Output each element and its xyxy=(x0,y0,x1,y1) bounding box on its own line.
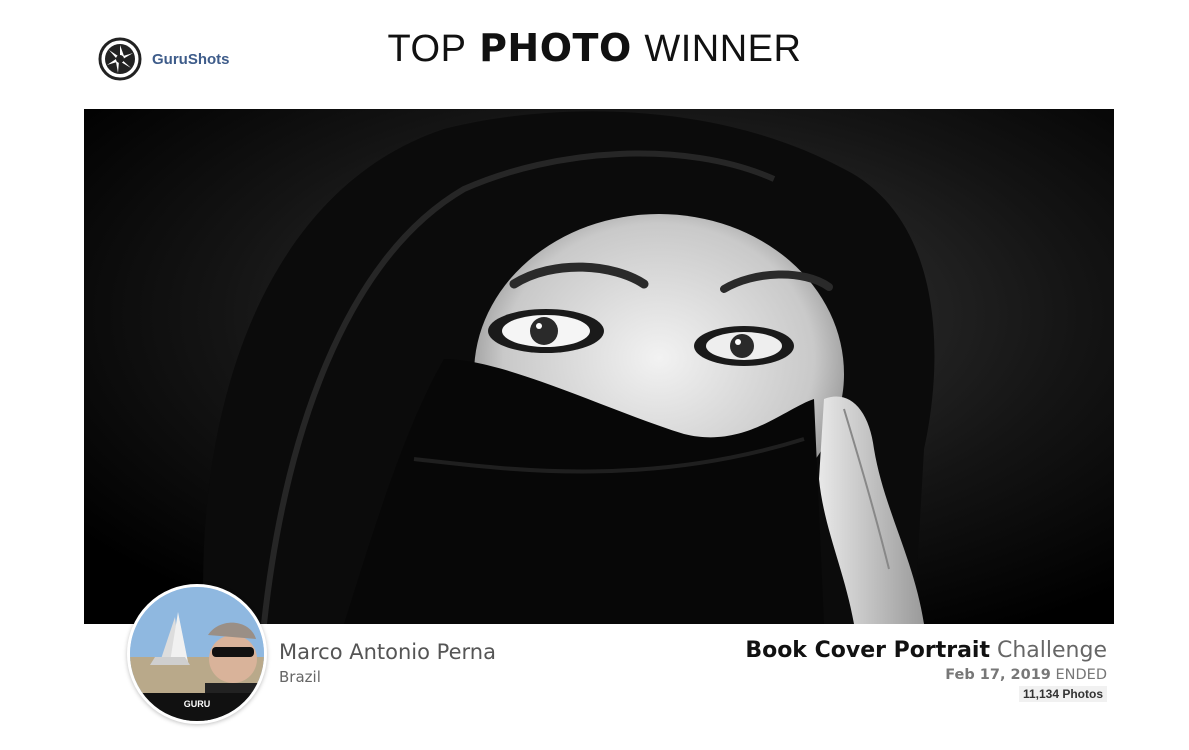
challenge-name: Book Cover Portrait xyxy=(745,638,990,663)
title-winner: WINNER xyxy=(644,28,802,70)
challenge-info: Book Cover Portrait Challenge Feb 17, 20… xyxy=(745,638,1107,702)
guru-badge: GURU xyxy=(130,693,264,721)
challenge-suffix: Challenge xyxy=(997,638,1107,663)
winning-photo[interactable] xyxy=(84,109,1114,624)
author-country: Brazil xyxy=(279,668,321,686)
photos-count-badge: 11,134 Photos xyxy=(1018,686,1107,702)
portrait-image xyxy=(84,109,1114,624)
challenge-date: Feb 17, 2019 xyxy=(945,667,1051,683)
challenge-status: ENDED xyxy=(1055,667,1107,683)
author-avatar[interactable]: GURU xyxy=(127,584,267,724)
title-photo: PHOTO xyxy=(479,26,632,70)
author-name[interactable]: Marco Antonio Perna xyxy=(279,640,496,664)
challenge-date-line: Feb 17, 2019 ENDED xyxy=(745,667,1107,683)
page-title: TOP PHOTO WINNER xyxy=(0,26,1189,71)
challenge-title[interactable]: Book Cover Portrait Challenge xyxy=(745,638,1107,663)
title-top: TOP xyxy=(387,28,467,70)
